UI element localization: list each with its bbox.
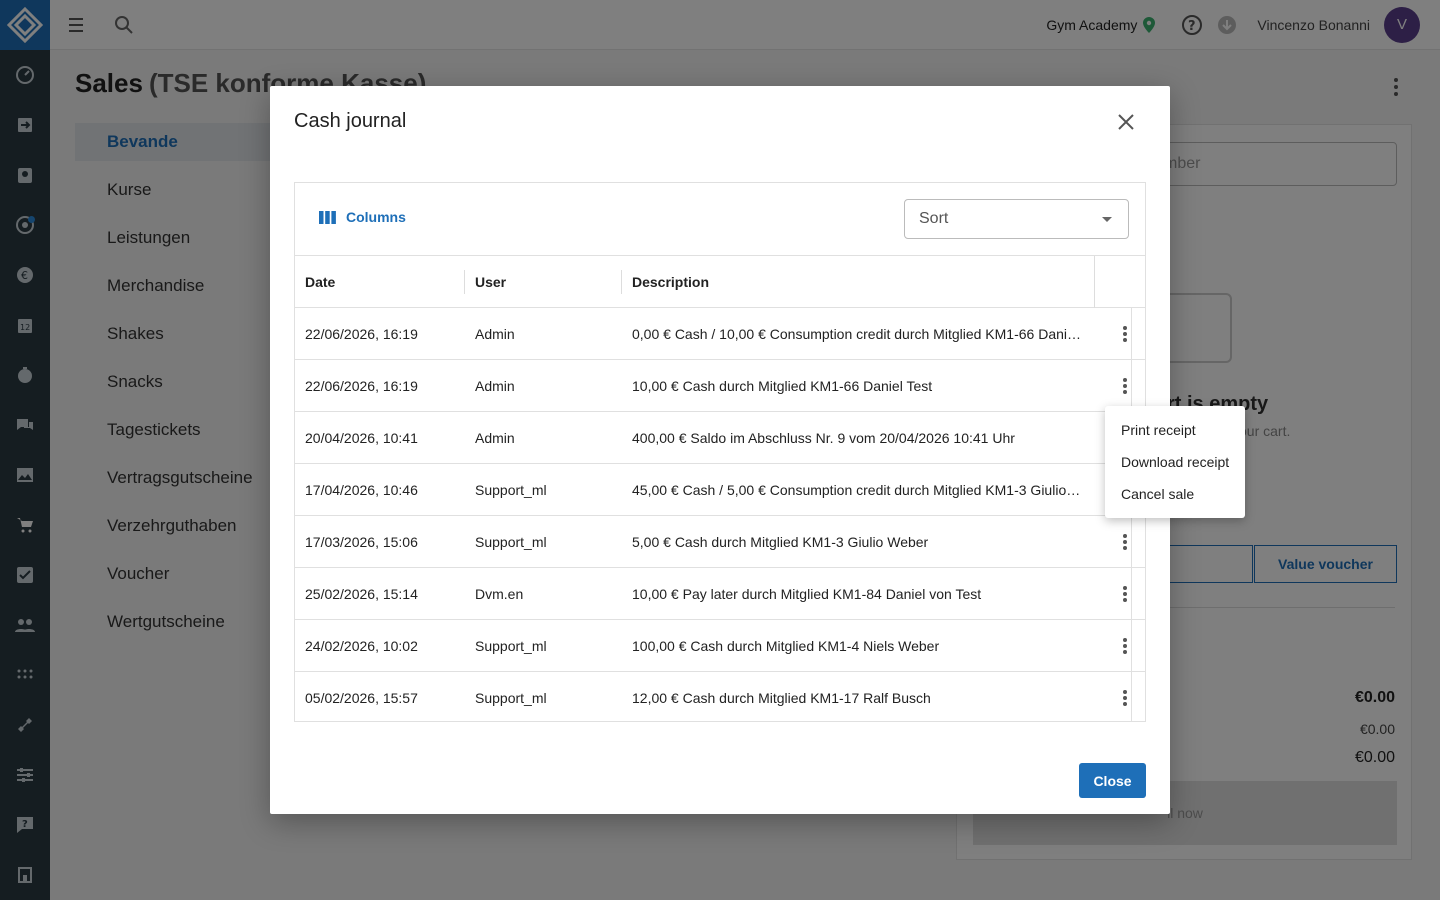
table-row[interactable]: 22/06/2026, 16:19 Admin 10,00 € Cash durch… — [295, 360, 1145, 412]
column-header-user[interactable]: User — [465, 256, 622, 307]
table-row[interactable]: 24/02/2026, 10:02 Support_ml 100,00 € Cash… — [295, 620, 1145, 672]
download-receipt-item[interactable]: Download receipt — [1105, 446, 1245, 478]
cell-date: 22/06/2026, 16:19 — [305, 377, 418, 394]
more-vertical-icon — [1123, 534, 1127, 550]
cell-user: Admin — [475, 429, 515, 446]
cell-user: Support_ml — [475, 481, 547, 498]
header-label: Description — [632, 273, 710, 290]
row-context-menu: Print receipt Download receipt Cancel sale — [1105, 406, 1245, 518]
column-header-description[interactable]: Description — [622, 256, 1095, 308]
sort-select[interactable]: Sort — [904, 199, 1129, 239]
cell-user: Admin — [475, 377, 515, 394]
table-row[interactable]: 17/03/2026, 15:06 Support_ml 5,00 € Cash d… — [295, 516, 1145, 568]
close-icon — [1118, 114, 1134, 130]
dialog-title: Cash journal — [294, 110, 407, 132]
row-actions-button[interactable] — [1115, 376, 1135, 396]
row-actions-button[interactable] — [1115, 688, 1135, 708]
cell-description: 400,00 € Saldo im Abschluss Nr. 9 vom 20… — [632, 429, 1015, 446]
cell-description: 10,00 € Cash durch Mitglied KM1-66 Danie… — [632, 377, 933, 394]
cell-user: Admin — [475, 325, 515, 342]
more-vertical-icon — [1123, 638, 1127, 654]
row-actions-button[interactable] — [1115, 324, 1135, 344]
cancel-sale-item[interactable]: Cancel sale — [1105, 478, 1245, 510]
cell-date: 20/04/2026, 10:41 — [305, 429, 418, 446]
cell-user: Support_ml — [475, 533, 547, 550]
column-separator[interactable] — [1094, 256, 1095, 308]
table-row[interactable]: 25/02/2026, 15:14 Dvm.en 10,00 € Pay later… — [295, 568, 1145, 620]
dialog-close-button[interactable] — [1114, 110, 1138, 134]
sort-label: Sort — [919, 210, 949, 227]
cell-date: 22/06/2026, 16:19 — [305, 325, 418, 342]
columns-button[interactable]: Columns — [319, 209, 406, 225]
table-row[interactable]: 22/06/2026, 16:19 Admin 0,00 € Cash / 10,0… — [295, 308, 1145, 360]
table-body: 22/06/2026, 16:19 Admin 0,00 € Cash / 10,0… — [295, 308, 1145, 721]
row-actions-button[interactable] — [1115, 584, 1135, 604]
row-actions-button[interactable] — [1115, 636, 1135, 656]
column-header-date[interactable]: Date — [295, 256, 465, 307]
cell-user: Support_ml — [475, 637, 547, 654]
cell-user: Support_ml — [475, 689, 547, 706]
cell-description: 10,00 € Pay later durch Mitglied KM1-84 … — [632, 585, 982, 602]
more-vertical-icon — [1123, 378, 1127, 394]
cell-description: 100,00 € Cash durch Mitglied KM1-4 Niels… — [632, 637, 940, 654]
cash-journal-table: Columns Sort Date User Description 22/06… — [294, 182, 1146, 722]
columns-label: Columns — [346, 209, 406, 225]
table-toolbar: Columns Sort — [295, 183, 1145, 256]
more-vertical-icon — [1123, 586, 1127, 602]
cell-user: Dvm.en — [475, 585, 524, 602]
cell-description: 12,00 € Cash durch Mitglied KM1-17 Ralf … — [632, 689, 931, 706]
chevron-down-icon — [1102, 217, 1112, 222]
cell-date: 05/02/2026, 15:57 — [305, 689, 418, 706]
more-vertical-icon — [1123, 690, 1127, 706]
table-row[interactable]: 17/04/2026, 10:46 Support_ml 45,00 € Cash … — [295, 464, 1145, 516]
header-label: Date — [305, 273, 336, 290]
table-header: Date User Description — [295, 256, 1145, 308]
cell-date: 17/03/2026, 15:06 — [305, 533, 418, 550]
cell-description: 0,00 € Cash / 10,00 € Consumption credit… — [632, 325, 1085, 342]
cell-description: 5,00 € Cash durch Mitglied KM1-3 Giulio … — [632, 533, 929, 550]
cell-date: 17/04/2026, 10:46 — [305, 481, 418, 498]
more-vertical-icon — [1123, 326, 1127, 342]
print-receipt-item[interactable]: Print receipt — [1105, 414, 1245, 446]
table-row[interactable]: 05/02/2026, 15:57 Support_ml 12,00 € Cash … — [295, 672, 1145, 721]
cash-journal-dialog: Cash journal Columns Sort Date User Desc… — [270, 86, 1170, 814]
columns-icon — [319, 210, 336, 224]
cell-description: 45,00 € Cash / 5,00 € Consumption credit… — [632, 481, 1085, 498]
table-row[interactable]: 20/04/2026, 10:41 Admin 400,00 € Saldo im … — [295, 412, 1145, 464]
cell-date: 24/02/2026, 10:02 — [305, 637, 418, 654]
close-button[interactable]: Close — [1079, 763, 1146, 798]
cell-date: 25/02/2026, 15:14 — [305, 585, 418, 602]
header-label: User — [475, 273, 507, 290]
row-actions-button[interactable] — [1115, 532, 1135, 552]
